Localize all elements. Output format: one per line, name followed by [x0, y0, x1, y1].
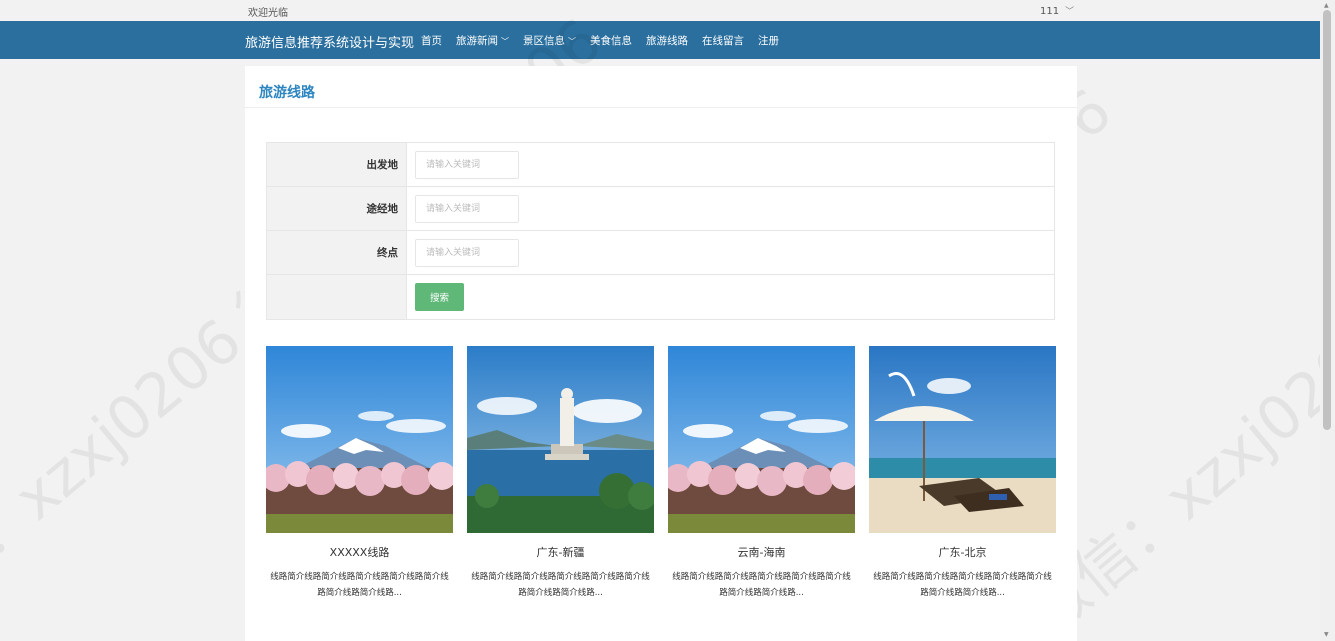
form-row-departure: 出发地: [267, 143, 1054, 187]
route-name[interactable]: 广东-北京: [869, 544, 1056, 560]
waypoint-input[interactable]: [415, 195, 519, 223]
search-form: 出发地 途经地 终点 搜索: [266, 142, 1055, 320]
empty-label: [267, 275, 407, 319]
route-card[interactable]: 云南-海南 线路简介线路简介线路简介线路简介线路简介线路简介线路简介线路...: [668, 346, 855, 601]
route-name[interactable]: 云南-海南: [668, 544, 855, 560]
nav-item-scenic[interactable]: 景区信息 ﹀: [523, 33, 576, 48]
nav-item-label: 注册: [758, 35, 779, 47]
fuji-image: [266, 346, 453, 533]
nav-item-label: 旅游新闻: [456, 35, 498, 47]
route-image-fuji[interactable]: [266, 346, 453, 533]
form-row-destination: 终点: [267, 231, 1054, 275]
nav-menu: 首页 旅游新闻 ﹀ 景区信息 ﹀ 美食信息 旅游线路 在线留言 注册: [421, 33, 779, 48]
beach-image: [869, 346, 1056, 533]
route-name[interactable]: 广东-新疆: [467, 544, 654, 560]
destination-label: 终点: [267, 231, 407, 274]
route-description: 线路简介线路简介线路简介线路简介线路简介线路简介线路简介线路...: [873, 572, 1052, 598]
route-card[interactable]: 广东-北京 线路简介线路简介线路简介线路简介线路简介线路简介线路简介线路...: [869, 346, 1056, 601]
watermark: 微信：xzxj0206: [0, 305, 256, 641]
page-title: 旅游线路: [259, 85, 315, 101]
route-image-fuji[interactable]: [668, 346, 855, 533]
username: 111: [1040, 6, 1060, 17]
scroll-down-icon[interactable]: ▼: [1324, 631, 1329, 638]
nav-item-label: 在线留言: [702, 35, 744, 47]
chevron-down-icon: ﹀: [1065, 7, 1075, 17]
route-description: 线路简介线路简介线路简介线路简介线路简介线路简介线路简介线路...: [672, 572, 851, 598]
welcome-text: 欢迎光临: [248, 8, 288, 19]
top-bar: 欢迎光临 111 ﹀: [0, 0, 1320, 21]
departure-input[interactable]: [415, 151, 519, 179]
user-menu[interactable]: 111 ﹀: [1040, 4, 1074, 17]
route-card[interactable]: XXXXX线路 线路简介线路简介线路简介线路简介线路简介线路简介线路简介线路..…: [266, 346, 453, 601]
route-description: 线路简介线路简介线路简介线路简介线路简介线路简介线路简介线路...: [270, 572, 449, 598]
nav-item-label: 景区信息: [523, 35, 565, 47]
route-list: XXXXX线路 线路简介线路简介线路简介线路简介线路简介线路简介线路简介线路..…: [266, 346, 1056, 601]
destination-input[interactable]: [415, 239, 519, 267]
nav-item-messages[interactable]: 在线留言: [702, 33, 744, 48]
page-scrollbar[interactable]: ▲ ▼: [1320, 0, 1335, 641]
nav-item-home[interactable]: 首页: [421, 33, 442, 48]
route-card[interactable]: 广东-新疆 线路简介线路简介线路简介线路简介线路简介线路简介线路简介线路...: [467, 346, 654, 601]
nav-item-label: 美食信息: [590, 35, 632, 47]
nav-item-news[interactable]: 旅游新闻 ﹀: [456, 33, 509, 48]
navbar: 旅游信息推荐系统设计与实现 首页 旅游新闻 ﹀ 景区信息 ﹀ 美食信息 旅游线路 在…: [0, 21, 1320, 59]
route-panel: 旅游线路 出发地 途经地 终点 搜索: [245, 66, 1077, 641]
form-row-actions: 搜索: [267, 275, 1054, 319]
search-button[interactable]: 搜索: [415, 283, 464, 311]
nav-item-label: 旅游线路: [646, 35, 688, 47]
guanyin-image: [467, 346, 654, 533]
departure-label: 出发地: [267, 143, 407, 186]
chevron-down-icon: ﹀: [501, 37, 509, 46]
chevron-down-icon: ﹀: [568, 37, 576, 46]
nav-item-label: 首页: [421, 35, 442, 47]
route-name[interactable]: XXXXX线路: [266, 544, 453, 560]
waypoint-label: 途经地: [267, 187, 407, 230]
nav-item-food[interactable]: 美食信息: [590, 33, 632, 48]
route-image-beach[interactable]: [869, 346, 1056, 533]
route-image-guanyin[interactable]: [467, 346, 654, 533]
nav-item-routes[interactable]: 旅游线路: [646, 33, 688, 48]
fuji-image: [668, 346, 855, 533]
scrollbar-thumb[interactable]: [1323, 10, 1331, 430]
nav-item-register[interactable]: 注册: [758, 33, 779, 48]
scroll-up-icon[interactable]: ▲: [1324, 2, 1329, 9]
route-description: 线路简介线路简介线路简介线路简介线路简介线路简介线路简介线路...: [471, 572, 650, 598]
divider: [245, 107, 1077, 108]
site-title[interactable]: 旅游信息推荐系统设计与实现: [245, 32, 414, 51]
form-row-waypoint: 途经地: [267, 187, 1054, 231]
